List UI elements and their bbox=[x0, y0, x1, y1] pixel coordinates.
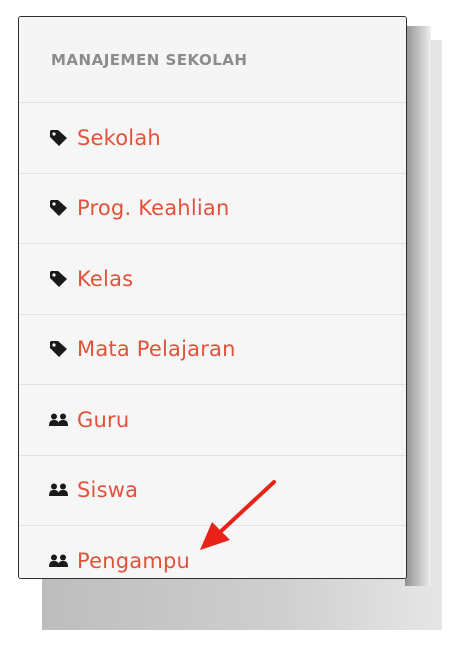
users-icon bbox=[49, 551, 71, 571]
menu-item-kelas[interactable]: Kelas bbox=[19, 244, 406, 315]
menu-item-label: Mata Pelajaran bbox=[77, 337, 236, 362]
menu-item-mata-pelajaran[interactable]: Mata Pelajaran bbox=[19, 314, 406, 385]
menu-item-prog-keahlian[interactable]: Prog. Keahlian bbox=[19, 173, 406, 244]
tag-icon bbox=[49, 128, 71, 148]
tag-icon bbox=[49, 198, 71, 218]
screenshot-stage: MANAJEMEN SEKOLAH Sekolah Prog. Keahlian bbox=[0, 0, 451, 655]
users-icon bbox=[49, 480, 71, 500]
menu-item-siswa[interactable]: Siswa bbox=[19, 455, 406, 526]
menu-item-guru[interactable]: Guru bbox=[19, 385, 406, 456]
panel-shadow-edge bbox=[405, 26, 431, 586]
users-icon bbox=[49, 410, 71, 430]
menu-item-label: Sekolah bbox=[77, 125, 161, 150]
tag-icon bbox=[49, 339, 71, 359]
menu-item-label: Kelas bbox=[77, 266, 134, 291]
tag-icon bbox=[49, 269, 71, 289]
menu-header: MANAJEMEN SEKOLAH bbox=[19, 17, 406, 103]
menu-item-label: Guru bbox=[77, 407, 130, 432]
menu-item-label: Siswa bbox=[77, 478, 139, 503]
school-management-menu: MANAJEMEN SEKOLAH Sekolah Prog. Keahlian bbox=[18, 16, 407, 579]
menu-item-sekolah[interactable]: Sekolah bbox=[19, 103, 406, 174]
menu-item-label: Pengampu bbox=[77, 549, 191, 574]
menu-item-pengampu[interactable]: Pengampu bbox=[19, 526, 406, 578]
menu-item-label: Prog. Keahlian bbox=[77, 196, 230, 221]
